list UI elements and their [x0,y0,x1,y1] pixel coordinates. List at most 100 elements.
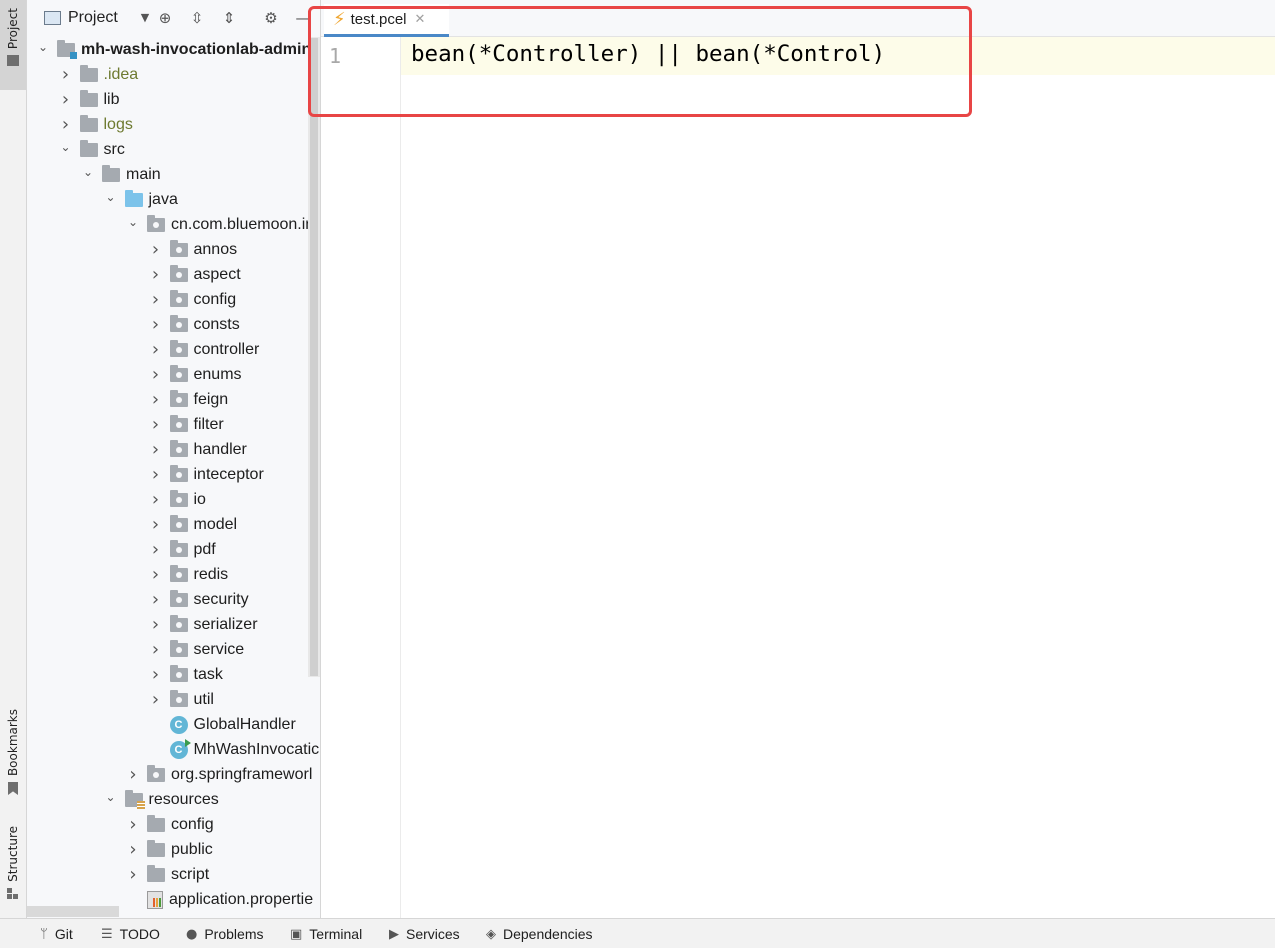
chevron-down-icon[interactable]: ⌄ [103,189,119,205]
tree-item[interactable]: › io [148,487,206,512]
hide-panel-icon[interactable]: — [293,8,313,28]
tree-item[interactable]: › service [148,637,244,662]
tree-item[interactable]: › aspect [148,262,241,287]
problems-tool-button[interactable]: ● Problems [186,919,263,948]
todo-tool-button[interactable]: ☰ TODO [101,919,160,948]
chevron-right-icon[interactable]: › [148,239,164,260]
tree-item-label: cn.com.bluemoon.in [171,215,315,233]
chevron-right-icon[interactable]: › [148,439,164,460]
tree-item[interactable]: › filter [148,412,224,437]
structure-tool-tab[interactable]: Structure [0,822,26,908]
chevron-right-icon[interactable]: › [148,339,164,360]
tree-item[interactable]: › inteceptor [148,462,264,487]
tree-item[interactable]: › serializer [148,612,258,637]
chevron-right-icon[interactable]: › [148,389,164,410]
chevron-right-icon[interactable]: › [148,539,164,560]
tree-item-label: controller [193,340,260,358]
chevron-right-icon[interactable]: › [58,64,74,85]
tree-item[interactable]: › public [125,837,213,862]
chevron-down-icon[interactable]: ⌄ [80,164,96,180]
chevron-right-icon[interactable]: › [125,764,141,785]
services-tool-button[interactable]: ▶ Services [389,919,460,948]
chevron-down-icon[interactable]: ⌄ [125,214,141,230]
chevron-down-icon[interactable]: ⌄ [35,39,51,55]
close-icon[interactable]: ✕ [415,12,426,27]
view-dropdown-icon[interactable]: ▼ [135,8,155,28]
tree-item[interactable]: › controller [148,337,260,362]
tree-item[interactable]: ⌄ mh-wash-invocationlab-admin [35,37,311,62]
chevron-right-icon[interactable]: › [148,289,164,310]
tree-scrollbar-thumb[interactable] [310,38,318,676]
chevron-right-icon[interactable]: › [125,814,141,835]
tree-item-label: redis [193,565,229,583]
tree-item[interactable]: C GlobalHandler [148,712,296,737]
layers-icon: ◈ [486,926,496,942]
tree-item[interactable]: › pdf [148,537,216,562]
gear-icon[interactable]: ⚙ [261,8,281,28]
chevron-right-icon[interactable]: › [148,314,164,335]
project-view-icon [44,11,61,25]
collapse-all-icon[interactable]: ⇕ [219,8,239,28]
terminal-icon: ▣ [290,926,303,942]
locate-file-icon[interactable]: ⊕ [155,8,175,28]
chevron-right-icon[interactable]: › [58,89,74,110]
tree-item[interactable]: ⌄ cn.com.bluemoon.in [125,212,314,237]
chevron-right-icon[interactable]: › [148,589,164,610]
tree-item[interactable]: › .idea [58,62,138,87]
chevron-right-icon[interactable]: › [148,664,164,685]
project-tool-tab[interactable]: Project [0,0,26,90]
chevron-right-icon[interactable]: › [148,639,164,660]
chevron-down-icon[interactable]: ⌄ [58,139,74,155]
tree-item[interactable]: › util [148,687,214,712]
git-tool-button[interactable]: ᛘ Git [40,919,73,948]
chevron-right-icon[interactable]: › [125,839,141,860]
chevron-right-icon[interactable]: › [148,414,164,435]
tree-item[interactable]: › org.springframeworl [125,762,312,787]
project-panel-title[interactable]: Project [68,9,118,27]
code-line[interactable]: bean(*Controller) || bean(*Control) [411,41,885,67]
chevron-right-icon[interactable]: › [148,464,164,485]
package-icon [169,364,188,382]
tree-item[interactable]: ⌄ java [103,187,178,212]
tree-item[interactable]: › handler [148,437,247,462]
chevron-right-icon[interactable]: › [148,564,164,585]
tree-item-label: public [171,840,213,858]
terminal-tool-button[interactable]: ▣ Terminal [290,919,362,948]
tree-item[interactable]: ⌄ src [58,137,125,162]
tree-item[interactable]: › enums [148,362,242,387]
expand-all-icon[interactable]: ⇳ [187,8,207,28]
package-icon [169,614,188,632]
tree-item[interactable]: › security [148,587,249,612]
chevron-right-icon[interactable]: › [58,114,74,135]
chevron-right-icon[interactable]: › [148,364,164,385]
tree-item[interactable]: › feign [148,387,228,412]
folder-icon [147,839,165,857]
tree-item[interactable]: C MhWashInvocatic [148,737,319,762]
tree-item[interactable]: › script [125,862,209,887]
tree-horizontal-scrollbar[interactable] [27,906,119,917]
tree-item[interactable]: › config [148,287,236,312]
bookmarks-tool-tab[interactable]: Bookmarks [0,705,26,805]
chevron-right-icon[interactable]: › [148,614,164,635]
dependencies-tool-button[interactable]: ◈ Dependencies [486,919,593,948]
chevron-right-icon[interactable]: › [148,514,164,535]
chevron-right-icon[interactable]: › [148,489,164,510]
tree-item[interactable]: ⌄ resources [103,787,219,812]
tree-item[interactable]: › config [125,812,213,837]
tree-item-label: main [126,165,161,183]
editor-tab[interactable]: ⚡ test.pcel ✕ [324,4,449,37]
chevron-down-icon[interactable]: ⌄ [103,789,119,805]
tree-item[interactable]: › task [148,662,223,687]
chevron-right-icon[interactable]: › [148,264,164,285]
tree-item[interactable]: › redis [148,562,229,587]
tree-item[interactable]: ⌄ main [80,162,161,187]
tree-item[interactable]: › annos [148,237,237,262]
tree-item[interactable]: › logs [58,112,133,137]
tree-item[interactable]: › lib [58,87,120,112]
tree-item[interactable]: › consts [148,312,240,337]
tree-item[interactable]: application.propertie [125,887,313,912]
tree-item[interactable]: › model [148,512,238,537]
tree-item-label: model [193,515,238,533]
chevron-right-icon[interactable]: › [148,689,164,710]
chevron-right-icon[interactable]: › [125,864,141,885]
